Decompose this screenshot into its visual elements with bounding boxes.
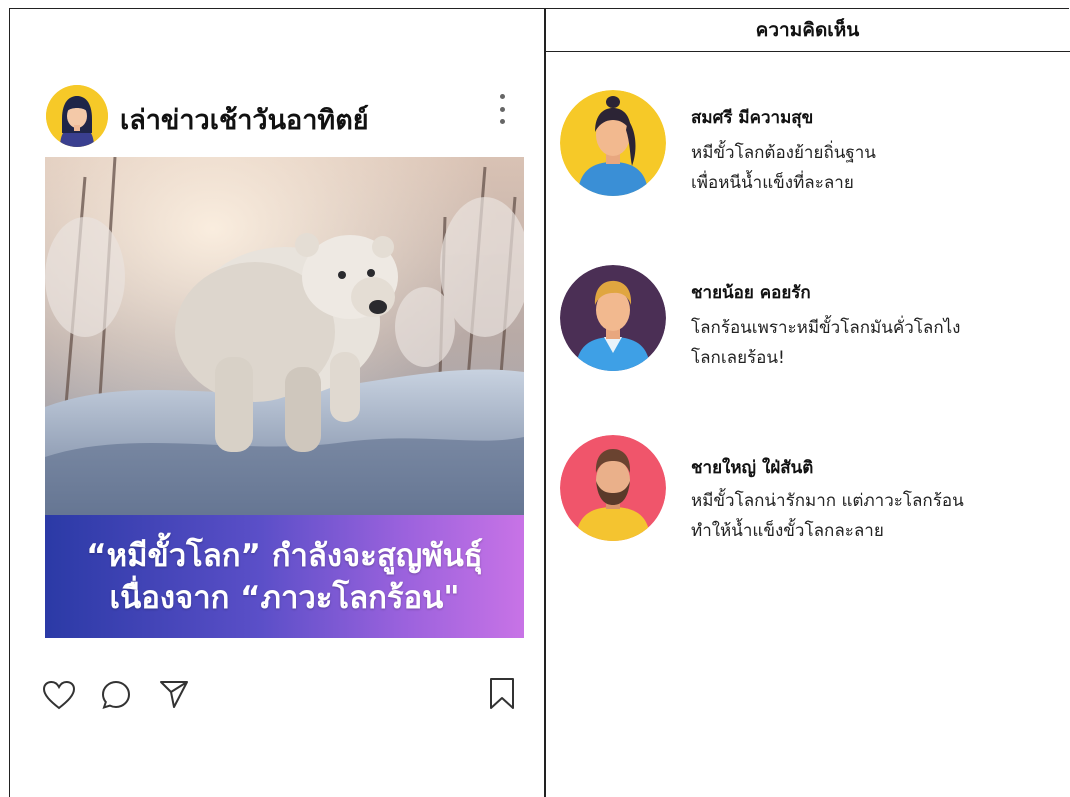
woman-avatar-icon	[46, 85, 108, 147]
young-man-avatar-icon	[560, 265, 666, 371]
comment-avatar-1[interactable]	[560, 90, 666, 196]
caption-line-2: เนื่องจาก “ภาวะโลกร้อน"	[109, 579, 460, 616]
comment-1-line-2: เพื่อหนีน้ำแข็งที่ละลาย	[691, 173, 854, 193]
comment-avatar-3[interactable]	[560, 435, 666, 541]
comment-3-line-1: หมีขั้วโลกน่ารักมาก แต่ภาวะโลกร้อน	[691, 491, 964, 511]
comment-author-1[interactable]: สมศรี มีความสุข	[691, 104, 813, 131]
heart-icon[interactable]	[42, 680, 76, 714]
post-caption-banner: “หมีขั้วโลก” กำลังจะสูญพันธุ์ เนื่องจาก …	[45, 515, 524, 638]
bearded-man-avatar-icon	[560, 435, 666, 541]
comment-3-line-2: ทำให้น้ำแข็งขั้วโลกละลาย	[691, 521, 884, 541]
comment-text-1: หมีขั้วโลกต้องย้ายถิ่นฐาน เพื่อหนีน้ำแข็…	[691, 138, 1061, 198]
panel-divider	[544, 8, 546, 797]
caption-line-1: “หมีขั้วโลก” กำลังจะสูญพันธุ์	[86, 537, 483, 574]
comments-title: ความคิดเห็น	[545, 8, 1070, 52]
polar-bear-in-snow-image	[45, 157, 524, 517]
comment-author-3[interactable]: ชายใหญ่ ใฝ่สันติ	[691, 454, 813, 481]
comment-avatar-2[interactable]	[560, 265, 666, 371]
comment-text-2: โลกร้อนเพราะหมีขั้วโลกมันคั่วโลกไง โลกเล…	[691, 313, 1061, 373]
more-options-icon[interactable]	[494, 94, 510, 124]
bookmark-icon[interactable]	[488, 677, 516, 715]
post-username[interactable]: เล่าข่าวเช้าวันอาทิตย์	[120, 98, 369, 141]
woman-ponytail-avatar-icon	[560, 90, 666, 196]
comment-text-3: หมีขั้วโลกน่ารักมาก แต่ภาวะโลกร้อน ทำให้…	[691, 486, 1061, 546]
comment-icon[interactable]	[100, 679, 132, 715]
share-icon[interactable]	[158, 678, 190, 714]
comment-2-line-2: โลกเลยร้อน!	[691, 348, 785, 368]
comment-1-line-1: หมีขั้วโลกต้องย้ายถิ่นฐาน	[691, 143, 876, 163]
comment-author-2[interactable]: ชายน้อย คอยรัก	[691, 279, 811, 306]
comment-2-line-1: โลกร้อนเพราะหมีขั้วโลกมันคั่วโลกไง	[691, 318, 961, 338]
post-author-avatar[interactable]	[46, 85, 108, 147]
